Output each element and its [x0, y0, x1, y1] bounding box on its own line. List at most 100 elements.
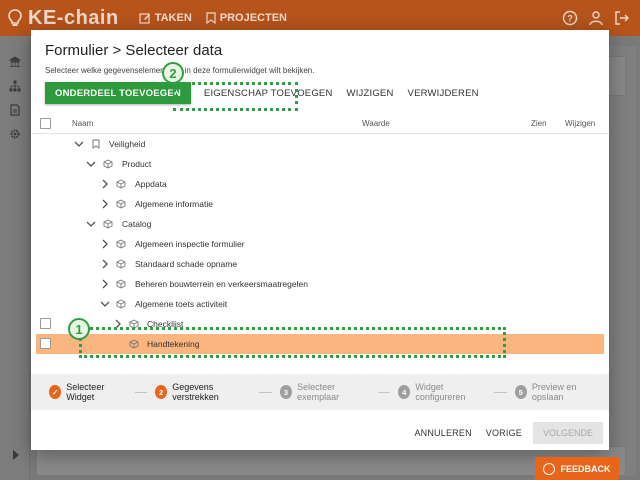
wizard-stepper: ✓ Selecteer Widget 2 Gegevens verstrekke…: [31, 374, 609, 410]
feedback-button[interactable]: FEEDBACK: [535, 457, 619, 480]
tree-item-label: Veiligheid: [109, 139, 146, 149]
tree-row[interactable]: Veiligheid: [31, 134, 609, 154]
nav-projecten-label: PROJECTEN: [219, 12, 288, 24]
select-data-modal: Formulier > Selecteer data Selecteer wel…: [31, 30, 609, 450]
column-header-wijzigen: Wijzigen: [565, 119, 596, 128]
app-top-icons: ?: [552, 10, 630, 26]
annotation-badge-1: 1: [68, 318, 90, 340]
step-number: 5: [514, 385, 527, 399]
help-icon[interactable]: ?: [562, 10, 578, 26]
column-header-zien: Zien: [531, 119, 547, 128]
step-check-icon: ✓: [49, 385, 62, 399]
chevron-down-icon[interactable]: [86, 159, 96, 169]
column-header-naam: Naam: [72, 119, 94, 128]
step-number: 2: [154, 385, 168, 399]
step-label: Gegevens verstrekken: [172, 382, 219, 402]
step-provide-data[interactable]: 2 Gegevens verstrekken: [154, 382, 252, 402]
annotation-badge-2: 2: [162, 62, 184, 84]
tree-item-label: Appdata: [135, 179, 167, 189]
step-separator: [494, 391, 507, 393]
step-select-instance[interactable]: 3 Selecteer exemplaar: [279, 382, 370, 402]
cancel-button[interactable]: ANNULEREN: [407, 422, 478, 444]
annotation-box-2: [173, 82, 298, 111]
chevron-down-icon[interactable]: [86, 219, 96, 229]
edit-icon: [139, 13, 150, 24]
tree-item-label: Algemene informatie: [135, 199, 213, 209]
modal-title: Formulier > Selecteer data: [45, 42, 223, 59]
modal-footer: ANNULEREN VORIGE VOLGENDE: [407, 422, 603, 444]
cube-icon: [116, 259, 126, 269]
app-logo[interactable]: KE-chain: [8, 7, 119, 30]
nav-taken-label: TAKEN: [154, 12, 192, 24]
row-checkbox[interactable]: [40, 318, 51, 329]
app-nav: TAKEN PROJECTEN: [139, 12, 301, 24]
step-label: Preview en opslaan: [531, 382, 577, 402]
nav-taken[interactable]: TAKEN: [139, 12, 192, 24]
chevron-down-icon[interactable]: [100, 299, 110, 309]
feedback-icon: [543, 462, 556, 475]
step-separator: [377, 391, 391, 393]
cube-icon: [116, 179, 126, 189]
step-preview-save[interactable]: 5 Preview en opslaan: [514, 382, 601, 402]
row-checkbox[interactable]: [40, 338, 51, 349]
cube-icon: [103, 159, 113, 169]
chevron-right-icon[interactable]: [100, 279, 110, 289]
previous-button[interactable]: VORIGE: [479, 422, 529, 444]
tree-item-label: Algemene toets activiteit: [135, 299, 228, 309]
step-separator: [134, 391, 147, 393]
user-icon[interactable]: [588, 10, 604, 26]
tree-item-label: Standaard schade opname: [135, 259, 238, 269]
chevron-down-icon[interactable]: [74, 139, 84, 149]
chevron-right-icon[interactable]: [100, 239, 110, 249]
cube-icon: [116, 199, 126, 209]
tree-item-label: Product: [122, 159, 152, 169]
step-label: Selecteer exemplaar: [297, 382, 340, 402]
tree-row[interactable]: Algemene toets activiteit: [31, 294, 609, 314]
tree-item-label: Catalog: [122, 219, 152, 229]
cube-icon: [116, 239, 126, 249]
app-logo-text: KE-chain: [28, 6, 119, 29]
lightbulb-icon: [8, 9, 22, 26]
nav-projecten[interactable]: PROJECTEN: [206, 12, 287, 24]
step-number: 3: [279, 385, 293, 399]
step-label: Selecteer Widget: [66, 382, 105, 402]
tree-row[interactable]: Beheren bouwterrein en verkeersmaatregel…: [31, 274, 609, 294]
sitemap-icon[interactable]: [9, 80, 21, 92]
tree-row[interactable]: Catalog: [31, 214, 609, 234]
annotation-box-1: [79, 327, 506, 358]
cube-icon: [103, 219, 113, 229]
table-header: Naam Waarde Zien Wijzigen: [31, 112, 609, 134]
app-sidebar: [0, 36, 30, 480]
tree-row[interactable]: Algemeen inspectie formulier: [31, 234, 609, 254]
cube-icon: [116, 279, 126, 289]
chevron-right-icon[interactable]: [100, 259, 110, 269]
document-icon[interactable]: [9, 104, 21, 116]
add-part-button[interactable]: ONDERDEEL TOEVOEGEN: [45, 82, 191, 104]
bookmark-icon: [92, 139, 100, 149]
step-select-widget[interactable]: ✓ Selecteer Widget: [49, 382, 127, 402]
bookmark-icon: [206, 12, 216, 24]
delete-button[interactable]: VERWIJDEREN: [401, 82, 486, 104]
select-all-checkbox[interactable]: [40, 118, 51, 129]
chevron-right-icon[interactable]: [100, 199, 110, 209]
tree-item-label: Beheren bouwterrein en verkeersmaatregel…: [135, 279, 308, 289]
feedback-label: FEEDBACK: [560, 463, 611, 474]
tree-row[interactable]: Product: [31, 154, 609, 174]
next-button[interactable]: VOLGENDE: [532, 422, 603, 444]
cube-icon: [116, 299, 126, 309]
step-label: Widget configureren: [415, 382, 466, 402]
step-separator: [259, 391, 272, 393]
chevron-right-icon[interactable]: [100, 179, 110, 189]
gear-icon[interactable]: [9, 128, 21, 140]
bank-icon[interactable]: [9, 56, 21, 68]
step-number: 4: [398, 385, 411, 399]
edit-button[interactable]: WIJZIGEN: [340, 82, 401, 104]
column-header-waarde: Waarde: [362, 119, 390, 128]
tree-row[interactable]: Standaard schade opname: [31, 254, 609, 274]
logout-icon[interactable]: [614, 10, 630, 26]
tree-row[interactable]: Appdata: [31, 174, 609, 194]
step-configure-widget[interactable]: 4 Widget configureren: [398, 382, 486, 402]
tree-item-label: Algemeen inspectie formulier: [135, 239, 245, 249]
expand-sidebar-icon[interactable]: [12, 450, 20, 460]
tree-row[interactable]: Algemene informatie: [31, 194, 609, 214]
